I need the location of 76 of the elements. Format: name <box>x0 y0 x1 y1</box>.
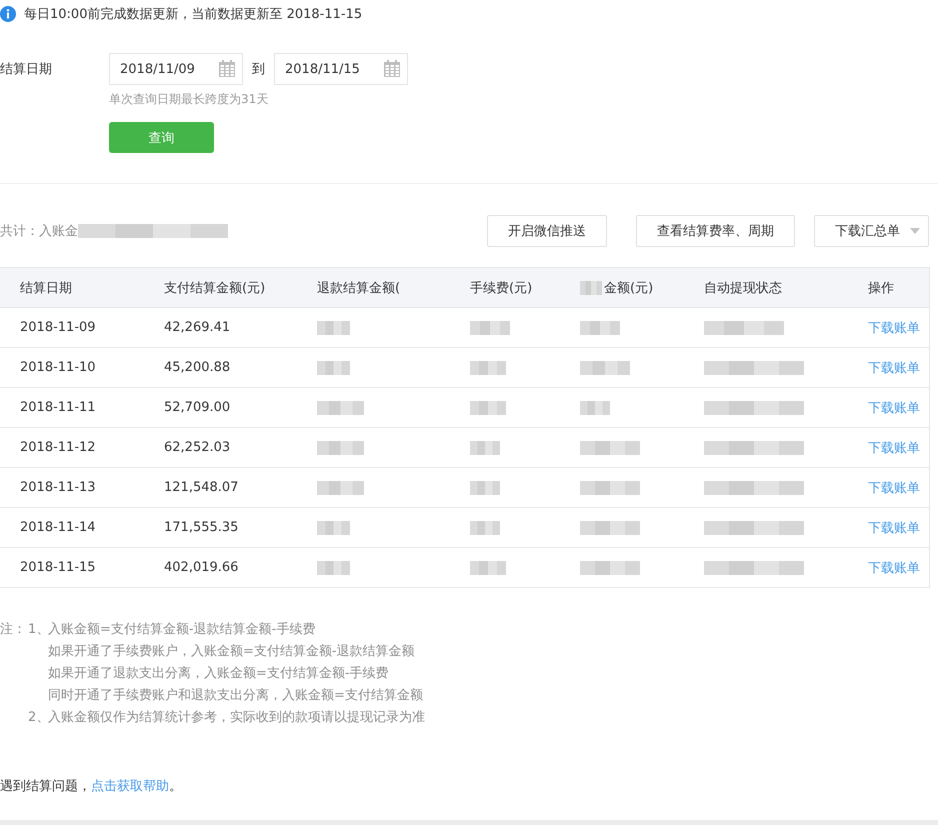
range-separator: 到 <box>251 61 266 78</box>
redacted-mosaic <box>470 560 506 574</box>
help-text: 遇到结算问题， <box>0 778 91 795</box>
note-number: 2、 <box>28 710 50 725</box>
column-header: 退款结算金额( <box>317 280 400 296</box>
download-link[interactable]: 下载账单 <box>868 560 920 576</box>
table-cell-text: 2018-11-10 <box>20 360 97 375</box>
end-date-field[interactable]: 2018/11/15 <box>274 53 408 85</box>
note-text: 如果开通了手续费账户，入账金额=支付结算金额-退款结算金额 <box>48 643 416 661</box>
column-header: 支付结算金额(元) <box>164 280 266 296</box>
redacted-mosaic <box>470 520 500 534</box>
table-cell-text: 402,019.66 <box>164 560 240 575</box>
download-link[interactable]: 下载账单 <box>868 400 920 416</box>
action-button[interactable]: 查看结算费率、周期 <box>636 215 795 247</box>
table-cell-text: 2018-11-11 <box>20 400 97 415</box>
start-date-field[interactable]: 2018/11/09 <box>109 53 243 85</box>
help-text-end: 。 <box>169 778 182 795</box>
column-header: 自动提现状态 <box>704 280 782 296</box>
column-header: 金额(元) <box>604 280 654 296</box>
info-icon <box>0 6 16 22</box>
summary-text: 共计：入账金 <box>0 223 78 240</box>
redacted-mosaic <box>580 400 610 414</box>
redacted-mosaic <box>470 440 500 454</box>
redacted-mosaic <box>317 440 364 454</box>
table-cell-text: 121,548.07 <box>164 480 240 495</box>
note-text: 入账金额仅作为结算统计参考，实际收到的款项请以提现记录为准 <box>48 709 426 727</box>
redacted-mosaic <box>470 480 500 494</box>
notice-text: 每日10:00前完成数据更新，当前数据更新至 2018-11-15 <box>24 6 362 23</box>
hint-text: 单次查询日期最长跨度为31天 <box>109 91 270 108</box>
query-button[interactable]: 查询 <box>109 122 214 153</box>
note-prefix: 注： <box>0 622 26 637</box>
table-cell-text: 2018-11-15 <box>20 560 97 575</box>
table-cell-text: 2018-11-12 <box>20 440 97 455</box>
redacted-mosaic <box>317 360 350 374</box>
redacted-mosaic <box>470 360 506 374</box>
calendar-icon[interactable] <box>218 60 236 78</box>
field-label: 结算日期 <box>0 61 53 78</box>
redacted-mosaic <box>317 480 364 494</box>
table-cell-text: 42,269.41 <box>164 320 232 335</box>
column-header: 手续费(元) <box>470 280 532 296</box>
column-header: 操作 <box>868 280 894 296</box>
download-link[interactable]: 下载账单 <box>868 480 920 496</box>
caret-icon <box>910 228 920 234</box>
redacted-mosaic <box>317 320 350 334</box>
column-header: 结算日期 <box>20 280 72 296</box>
redacted-mosaic <box>580 520 640 534</box>
table-cell-text: 2018-11-14 <box>20 520 97 535</box>
redacted-mosaic <box>317 520 350 534</box>
note-text: 入账金额=支付结算金额-退款结算金额-手续费 <box>48 621 316 639</box>
download-dropdown[interactable]: 下载汇总单 <box>814 215 929 247</box>
download-link[interactable]: 下载账单 <box>868 320 920 336</box>
redacted-mosaic <box>580 560 640 574</box>
note-text: 如果开通了退款支出分离，入账金额=支付结算金额-手续费 <box>48 665 390 683</box>
table-cell-text: 52,709.00 <box>164 400 232 415</box>
calendar-icon[interactable] <box>383 60 401 78</box>
table-cell-text: 171,555.35 <box>164 520 240 535</box>
table-cell-text: 2018-11-09 <box>20 320 97 335</box>
action-button[interactable]: 开启微信推送 <box>487 215 607 247</box>
table-cell-text: 62,252.03 <box>164 440 232 455</box>
redacted-mosaic <box>470 320 510 334</box>
redacted-mosaic <box>580 360 630 374</box>
download-link[interactable]: 下载账单 <box>868 360 920 376</box>
redacted-mosaic <box>580 480 640 494</box>
redacted-mosaic <box>580 320 620 334</box>
note-number: 1、 <box>28 622 50 637</box>
table-cell-text: 45,200.88 <box>164 360 232 375</box>
redacted-mosaic <box>317 400 364 414</box>
download-link[interactable]: 下载账单 <box>868 440 920 456</box>
redacted-mosaic <box>317 560 350 574</box>
table-cell-text: 2018-11-13 <box>20 480 97 495</box>
redacted-mosaic <box>470 400 506 414</box>
redacted-mosaic <box>580 280 602 294</box>
help-link[interactable]: 点击获取帮助 <box>91 777 169 795</box>
note-text: 同时开通了手续费账户和退款支出分离，入账金额=支付结算金额 <box>48 687 424 705</box>
download-link[interactable]: 下载账单 <box>868 520 920 536</box>
redacted-mosaic <box>580 440 640 454</box>
